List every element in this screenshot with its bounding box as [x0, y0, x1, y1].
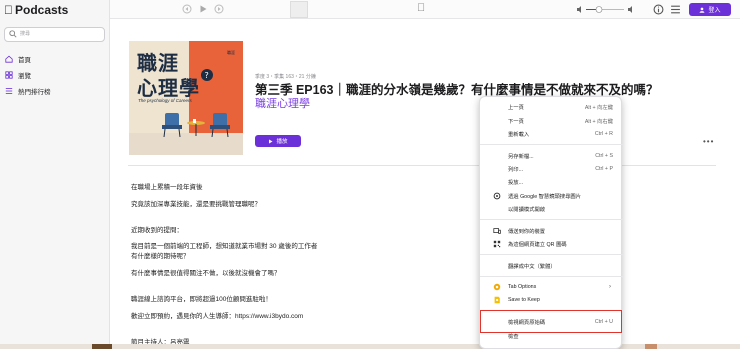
- description-line: 職涯線上諮詢平台，即將超過100位顧問進駐啦！: [131, 296, 272, 303]
- grid-icon: [5, 71, 13, 79]
- taskbar-strip: [0, 344, 740, 349]
- app-brand[interactable]:  Podcasts: [4, 3, 68, 17]
- menu-item-cast[interactable]: 投放...: [480, 177, 623, 187]
- apple-logo-icon: : [4, 4, 13, 16]
- description-line: 究竟該加深專業技能，還是要挑戰管理職呢？: [131, 201, 261, 208]
- menu-separator: [480, 144, 623, 145]
- menu-item-tab-options[interactable]: Tab Options ›: [480, 282, 623, 292]
- menu-item-reading-mode[interactable]: 以閱讀模式開啟: [480, 204, 623, 214]
- list-icon: [5, 88, 13, 94]
- menu-item-google-lens[interactable]: 透過 Google 智慧鏡頭搜尋圖片: [480, 191, 623, 201]
- sidebar:  Podcasts 搜尋 首頁 瀏覽 熱門排行榜: [0, 0, 110, 349]
- menu-item-save-as[interactable]: 另存新檔... Ctrl + S: [480, 151, 623, 161]
- sidebar-item-label: 首頁: [18, 57, 31, 64]
- menu-item-print[interactable]: 列印... Ctrl + P: [480, 164, 623, 174]
- keep-icon: [494, 296, 500, 304]
- app-title: Podcasts: [6, 3, 68, 17]
- qr-code-icon: [493, 240, 501, 248]
- info-icon[interactable]: [653, 4, 664, 15]
- artwork-chairs-illustration: ?: [162, 69, 230, 138]
- description-line: 有什麼樣的期待呢？: [131, 253, 190, 260]
- description-line: 有什麼事情是很值得關注不做，以後就沒機會了嗎？: [131, 270, 281, 277]
- description-line: 歡迎立即預約，遇見你的人生導師：https://www.i3bydo.com: [131, 313, 304, 320]
- queue-icon[interactable]: [670, 4, 681, 15]
- tab-options-extension-icon: [493, 283, 501, 291]
- sidebar-item-label: 熱門排行榜: [18, 89, 51, 96]
- menu-item-reload[interactable]: 重新載入 Ctrl + R: [480, 129, 623, 139]
- login-label: 登入: [708, 8, 721, 14]
- apple-logo-icon: : [417, 2, 425, 14]
- search-placeholder: 搜尋: [20, 31, 31, 37]
- google-lens-icon: [493, 192, 501, 200]
- menu-item-back[interactable]: 上一頁 Alt + 向左鍵: [480, 102, 623, 112]
- chevron-right-icon: ›: [609, 284, 611, 290]
- menu-item-qr-code[interactable]: 為這個網頁建立 QR 圖碼: [480, 239, 623, 249]
- play-icon: [269, 139, 273, 143]
- skip-forward-icon[interactable]: [214, 4, 224, 14]
- login-button[interactable]: 登入: [689, 3, 731, 16]
- episode-artwork: 職涯 心理學 The psychology of Careers 職涯 ?: [129, 41, 243, 155]
- play-icon[interactable]: [198, 4, 208, 14]
- volume-slider[interactable]: [576, 5, 636, 14]
- menu-item-send-to-devices[interactable]: 傳送到你的裝置: [480, 226, 623, 236]
- menu-item-translate[interactable]: 翻譯成中文（繁體）: [480, 261, 623, 271]
- menu-item-save-to-keep[interactable]: Save to Keep: [480, 295, 623, 305]
- search-input[interactable]: 搜尋: [4, 27, 105, 42]
- play-label: 播放: [276, 139, 288, 145]
- sidebar-item-label: 瀏覽: [18, 73, 31, 80]
- player-bar:  登入: [110, 0, 740, 19]
- description-line: 在職場上累積一段年資後: [131, 184, 203, 191]
- avatar: [645, 344, 657, 349]
- sidebar-item-browse[interactable]: 瀏覽: [5, 70, 31, 80]
- highlight-box: [480, 310, 622, 333]
- description-line: 近期收到的提問：: [131, 227, 183, 234]
- menu-separator: [480, 254, 623, 255]
- skip-back-icon[interactable]: [182, 4, 192, 14]
- user-icon: [700, 7, 705, 13]
- menu-item-forward[interactable]: 下一頁 Alt + 向右鍵: [480, 116, 623, 126]
- svg-text:?: ?: [205, 71, 209, 80]
- play-button[interactable]: 播放: [255, 135, 301, 147]
- more-options-icon[interactable]: •••: [703, 137, 714, 146]
- home-icon: [5, 55, 13, 63]
- thumbnail: [92, 344, 112, 349]
- show-name-link[interactable]: 職涯心理學: [255, 95, 310, 111]
- description-line: 我目前是一個前端的工程師，想知道就業市場對 30 歲後的工作者: [131, 243, 318, 250]
- sidebar-item-top-charts[interactable]: 熱門排行榜: [5, 86, 51, 96]
- menu-separator: [480, 219, 623, 220]
- sidebar-item-home[interactable]: 首頁: [5, 54, 31, 64]
- divider: [128, 165, 716, 166]
- menu-separator: [480, 276, 623, 277]
- now-playing-artwork: [290, 1, 308, 18]
- devices-icon: [493, 228, 501, 234]
- search-icon: [9, 30, 17, 38]
